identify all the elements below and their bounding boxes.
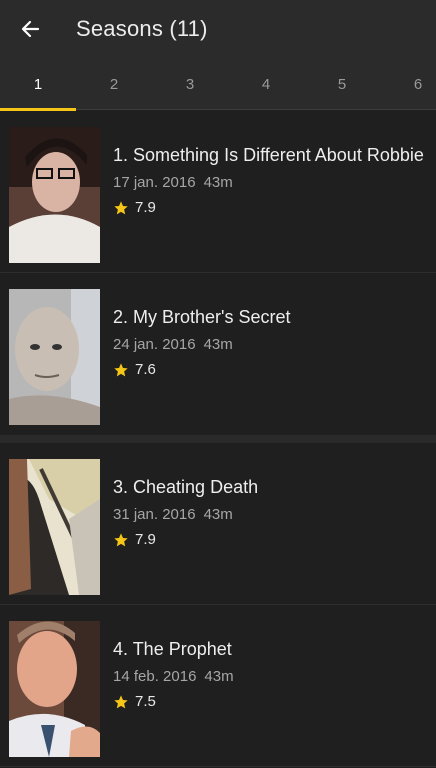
episode-rating: 7.9: [113, 199, 424, 216]
back-button[interactable]: [0, 0, 60, 58]
rating-value: 7.9: [135, 199, 156, 216]
episode-meta: 31 jan. 2016 43m: [113, 505, 258, 525]
episode-duration: 43m: [203, 336, 233, 353]
episode-duration: 43m: [203, 506, 233, 523]
tab-season-3[interactable]: 3: [152, 58, 228, 110]
episode-duration: 43m: [203, 174, 233, 191]
episode-item[interactable]: 2. My Brother's Secret 24 jan. 2016 43m 7…: [0, 273, 436, 443]
star-icon: [114, 532, 128, 546]
episode-rating: 7.5: [113, 693, 234, 710]
episode-item[interactable]: 3. Cheating Death 31 jan. 2016 43m 7.9: [0, 443, 436, 605]
episode-rating: 7.6: [113, 361, 291, 378]
page-title: Seasons (11): [76, 16, 208, 41]
episode-item[interactable]: 4. The Prophet 14 feb. 2016 43m 7.5: [0, 605, 436, 767]
episode-item[interactable]: 1. Something Is Different About Robbie 1…: [0, 111, 436, 273]
episode-meta: 14 feb. 2016 43m: [113, 667, 234, 687]
star-icon: [114, 362, 128, 376]
tab-season-5[interactable]: 5: [304, 58, 380, 110]
episode-title: 4. The Prophet: [113, 639, 232, 659]
episode-meta: 17 jan. 2016 43m: [113, 173, 424, 193]
episode-date: 24 jan. 2016: [113, 336, 196, 353]
episode-date: 17 jan. 2016: [113, 174, 196, 191]
episode-title: 3. Cheating Death: [113, 477, 259, 497]
episode-title: 1. Something Is Different About Robbie: [113, 145, 424, 165]
episode-thumbnail: [9, 127, 100, 263]
season-tabs: 1 2 3 4 5 6: [0, 58, 436, 111]
episode-list: 1. Something Is Different About Robbie 1…: [0, 111, 436, 768]
episode-thumbnail: [9, 289, 100, 425]
tab-season-4[interactable]: 4: [228, 58, 304, 110]
tab-season-2[interactable]: 2: [76, 58, 152, 110]
rating-value: 7.6: [135, 361, 156, 378]
star-icon: [114, 200, 128, 214]
tab-season-6[interactable]: 6: [380, 58, 436, 110]
episode-thumbnail: [9, 621, 100, 757]
episode-rating: 7.9: [113, 531, 258, 548]
episode-date: 14 feb. 2016: [113, 668, 197, 685]
episode-thumbnail: [9, 459, 100, 595]
episode-title: 2. My Brother's Secret: [113, 307, 291, 327]
app-bar: Seasons (11): [0, 0, 436, 58]
episode-meta: 24 jan. 2016 43m: [113, 335, 291, 355]
arrow-left-icon: [21, 20, 40, 38]
episode-duration: 43m: [204, 668, 234, 685]
episode-date: 31 jan. 2016: [113, 506, 196, 523]
tab-season-1[interactable]: 1: [0, 58, 76, 111]
rating-value: 7.5: [135, 693, 156, 710]
rating-value: 7.9: [135, 531, 156, 548]
star-icon: [114, 694, 128, 708]
